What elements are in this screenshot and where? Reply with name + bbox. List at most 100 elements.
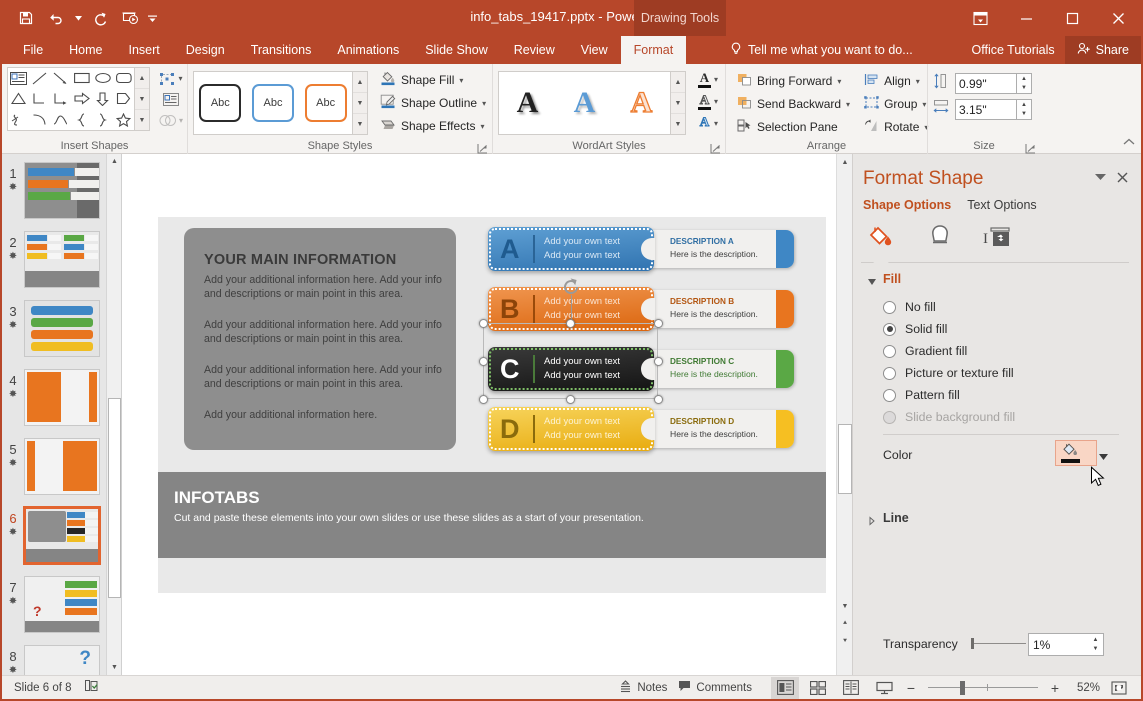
tab-design[interactable]: Design [173, 36, 238, 64]
ribbon-display-options-icon[interactable] [957, 0, 1003, 36]
infotab-d-description-panel[interactable]: DESCRIPTION D Here is the description. [646, 410, 794, 448]
shape-pentagon-icon[interactable] [114, 89, 134, 109]
tell-me-search[interactable]: Tell me what you want to do... [730, 36, 913, 64]
solid-fill-radio-icon[interactable] [883, 323, 896, 336]
tab-animations[interactable]: Animations [324, 36, 412, 64]
infotab-a-description-panel[interactable]: DESCRIPTION A Here is the description. [646, 230, 794, 268]
shape-down-arrow-icon[interactable] [93, 89, 113, 109]
line-section-expander[interactable] [867, 513, 877, 523]
shape-textbox-icon[interactable] [9, 68, 29, 88]
width-spin-down-icon[interactable]: ▼ [1017, 110, 1031, 120]
normal-view-button[interactable] [771, 677, 799, 699]
wordart-gallery-scroll[interactable]: ▲ ▼ ▼ [671, 71, 686, 135]
zoom-level[interactable]: 52% [1068, 682, 1100, 694]
tab-insert[interactable]: Insert [116, 36, 173, 64]
slide-scrollbar[interactable]: ▲ ▼ ⯅ ⯆ [836, 154, 852, 675]
shape-style-thumb-1[interactable]: Abc [199, 84, 241, 122]
customize-qat-icon[interactable] [146, 4, 158, 32]
zoom-slider-knob[interactable] [960, 681, 965, 695]
merge-shapes-button[interactable]: ▾ [156, 111, 186, 130]
slide-scroll-down-icon[interactable]: ▼ [837, 598, 852, 614]
shape-line-icon[interactable] [30, 68, 50, 88]
transparency-spin-up-icon[interactable]: ▲ [1089, 635, 1102, 644]
shape-curve-icon[interactable] [30, 110, 50, 130]
shape-style-thumb-3[interactable]: Abc [305, 84, 347, 122]
selection-handle-bottom-left[interactable] [479, 395, 488, 404]
shape-styles-scroll[interactable]: ▲ ▼ ▼ [353, 71, 368, 135]
send-backward-button[interactable]: Send Backward ▾ [731, 93, 856, 115]
thumbnail-6[interactable] [24, 507, 100, 564]
shape-styles-dialog-launcher[interactable] [477, 141, 488, 152]
shape-right-brace-icon[interactable] [93, 110, 113, 130]
radio-solid-fill[interactable]: Solid fill [883, 322, 947, 336]
zoom-out-button[interactable]: − [903, 680, 919, 696]
redo-icon[interactable] [86, 4, 114, 32]
thumbnail-row-1[interactable]: 1✸ [2, 162, 122, 219]
infotabs-footer-shape[interactable]: INFOTABS Cut and paste these elements in… [158, 472, 826, 558]
shape-left-brace-icon[interactable] [72, 110, 92, 130]
tab-slide-show[interactable]: Slide Show [412, 36, 501, 64]
infotab-c-description-panel[interactable]: DESCRIPTION C Here is the description. [646, 350, 794, 388]
group-button[interactable]: Group ▾ [858, 93, 934, 115]
selection-pane-button[interactable]: Selection Pane [731, 116, 856, 138]
bring-forward-caret-icon[interactable]: ▾ [837, 77, 841, 86]
fill-color-caret-icon[interactable] [1099, 448, 1108, 466]
slide-canvas[interactable]: YOUR MAIN INFORMATION Add your additiona… [158, 217, 826, 593]
shape-rectangle-icon[interactable] [72, 68, 92, 88]
rotate-handle[interactable] [561, 277, 581, 297]
wordart-scroll-up-icon[interactable]: ▲ [671, 72, 685, 93]
text-outline-button[interactable]: A ▾ [691, 91, 725, 112]
tab-transitions[interactable]: Transitions [238, 36, 325, 64]
wordart-dialog-launcher[interactable] [710, 141, 721, 152]
fill-color-button[interactable] [1055, 440, 1097, 466]
tab-text-options[interactable]: Text Options [967, 198, 1036, 212]
thumbnail-row-3[interactable]: 3✸ [2, 300, 122, 357]
radio-gradient-fill[interactable]: Gradient fill [883, 344, 967, 358]
size-dialog-launcher[interactable] [1025, 141, 1036, 152]
shape-style-thumb-2[interactable]: Abc [252, 84, 294, 122]
infotab-row-d[interactable]: DESCRIPTION D Here is the description. D… [488, 407, 798, 455]
selection-handle-top-center[interactable] [566, 319, 575, 328]
radio-no-fill[interactable]: No fill [883, 300, 936, 314]
minimize-icon[interactable] [1003, 0, 1049, 36]
styles-scroll-up-icon[interactable]: ▲ [353, 72, 367, 93]
restore-icon[interactable] [1049, 0, 1095, 36]
shape-styles-gallery[interactable]: Abc Abc Abc [193, 71, 353, 135]
collapse-ribbon-icon[interactable] [1123, 138, 1135, 150]
height-spin-down-icon[interactable]: ▼ [1017, 84, 1031, 94]
tab-file[interactable]: File [10, 36, 56, 64]
thumbnail-3[interactable] [24, 300, 100, 357]
selection-handle-top-left[interactable] [479, 319, 488, 328]
shape-triangle-icon[interactable] [9, 89, 29, 109]
fill-section-expander[interactable] [867, 274, 877, 284]
width-spin-up-icon[interactable]: ▲ [1017, 100, 1031, 110]
transparency-slider-track[interactable] [971, 643, 1026, 644]
gradient-fill-radio-icon[interactable] [883, 345, 896, 358]
text-outline-caret-icon[interactable]: ▾ [714, 97, 718, 106]
shape-outline-button[interactable]: Shape Outline ▾ [374, 92, 492, 114]
infotab-d-tab[interactable]: D Add your own text Add your own text [488, 407, 654, 451]
send-backward-caret-icon[interactable]: ▾ [846, 100, 850, 109]
tab-review[interactable]: Review [501, 36, 568, 64]
shape-star-icon[interactable] [114, 110, 134, 130]
picture-fill-radio-icon[interactable] [883, 367, 896, 380]
shape-fill-caret-icon[interactable]: ▾ [459, 76, 463, 85]
wordart-thumb-3[interactable]: A [631, 86, 653, 120]
shape-width-spinner[interactable]: ▲ ▼ [1017, 99, 1032, 120]
radio-pattern-fill[interactable]: Pattern fill [883, 388, 960, 402]
wordart-more-icon[interactable]: ▼ [671, 114, 685, 134]
selection-handle-middle-right[interactable] [654, 357, 663, 366]
shapes-more-icon[interactable]: ▼ [135, 110, 149, 130]
fit-slide-to-window-icon[interactable] [1105, 677, 1133, 699]
thumbnail-scrollbar[interactable]: ▲ ▼ [106, 154, 121, 675]
shape-height-spinner[interactable]: ▲ ▼ [1017, 73, 1032, 94]
start-from-beginning-icon[interactable] [116, 4, 144, 32]
thumbnail-row-7[interactable]: 7✸ ? [2, 576, 122, 633]
shape-right-arrow-icon[interactable] [72, 89, 92, 109]
zoom-in-button[interactable]: + [1047, 680, 1063, 696]
no-fill-radio-icon[interactable] [883, 301, 896, 314]
radio-picture-or-texture-fill[interactable]: Picture or texture fill [883, 366, 1014, 380]
accessibility-check-icon[interactable] [84, 679, 99, 696]
slide-sorter-view-button[interactable] [804, 677, 832, 699]
shape-height-input[interactable] [955, 73, 1017, 94]
